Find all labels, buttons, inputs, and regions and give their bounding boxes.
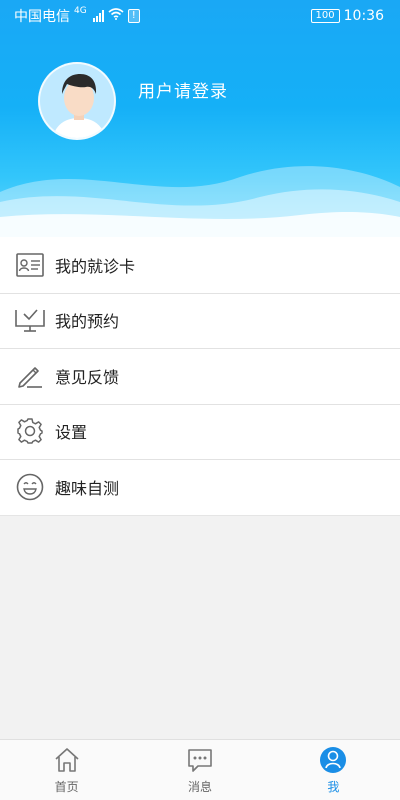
battery-indicator: 100 xyxy=(310,9,340,23)
signal-icon xyxy=(92,10,104,22)
tab-messages[interactable]: 消息 xyxy=(133,740,266,800)
tab-home[interactable]: 首页 xyxy=(0,740,133,800)
notification-icon: ! xyxy=(127,9,140,23)
menu-item-label: 意见反馈 xyxy=(55,367,120,387)
menu-item-label: 设置 xyxy=(55,423,88,443)
menu-item-medical-card[interactable]: 我的就诊卡 xyxy=(0,237,400,293)
status-left: 中国电信 4G ! xyxy=(14,6,140,26)
menu-item-appointments[interactable]: 我的预约 xyxy=(0,292,400,349)
tab-label: 首页 xyxy=(54,780,79,794)
tab-me[interactable]: 我 xyxy=(267,740,400,800)
bottom-tab-bar: 首页 消息 我 xyxy=(0,739,400,800)
monitor-check-icon xyxy=(15,305,45,335)
menu-item-label: 趣味自测 xyxy=(55,478,120,498)
avatar[interactable] xyxy=(38,62,116,140)
login-prompt[interactable]: 用户请登录 xyxy=(138,77,228,102)
menu-item-label: 我的就诊卡 xyxy=(55,256,136,276)
home-icon xyxy=(51,744,83,776)
wifi-icon xyxy=(108,8,124,24)
network-type: 4G xyxy=(74,6,87,16)
status-bar: 中国电信 4G ! 100 10:36 xyxy=(0,0,400,32)
menu-item-label: 我的预约 xyxy=(55,312,120,332)
smile-icon xyxy=(15,472,45,502)
menu-item-settings[interactable]: 设置 xyxy=(0,403,400,460)
message-icon xyxy=(184,744,216,776)
gear-icon xyxy=(15,416,45,446)
clock-time: 10:36 xyxy=(343,8,384,24)
menu-item-feedback[interactable]: 意见反馈 xyxy=(0,348,400,404)
tab-label: 消息 xyxy=(187,780,212,794)
carrier-name: 中国电信 xyxy=(14,9,70,25)
profile-menu: 我的就诊卡 我的预约 意见反馈 设置 趣味自测 xyxy=(0,237,400,516)
menu-item-self-test[interactable]: 趣味自测 xyxy=(0,459,400,515)
profile-header: 中国电信 4G ! 100 10:36 用户请登录 xyxy=(0,0,400,237)
status-right: 100 10:36 xyxy=(310,8,384,24)
pencil-icon xyxy=(15,361,45,391)
id-card-icon xyxy=(15,250,45,280)
tab-label: 我 xyxy=(327,780,340,794)
header-waves xyxy=(0,166,400,237)
user-icon xyxy=(317,744,349,776)
